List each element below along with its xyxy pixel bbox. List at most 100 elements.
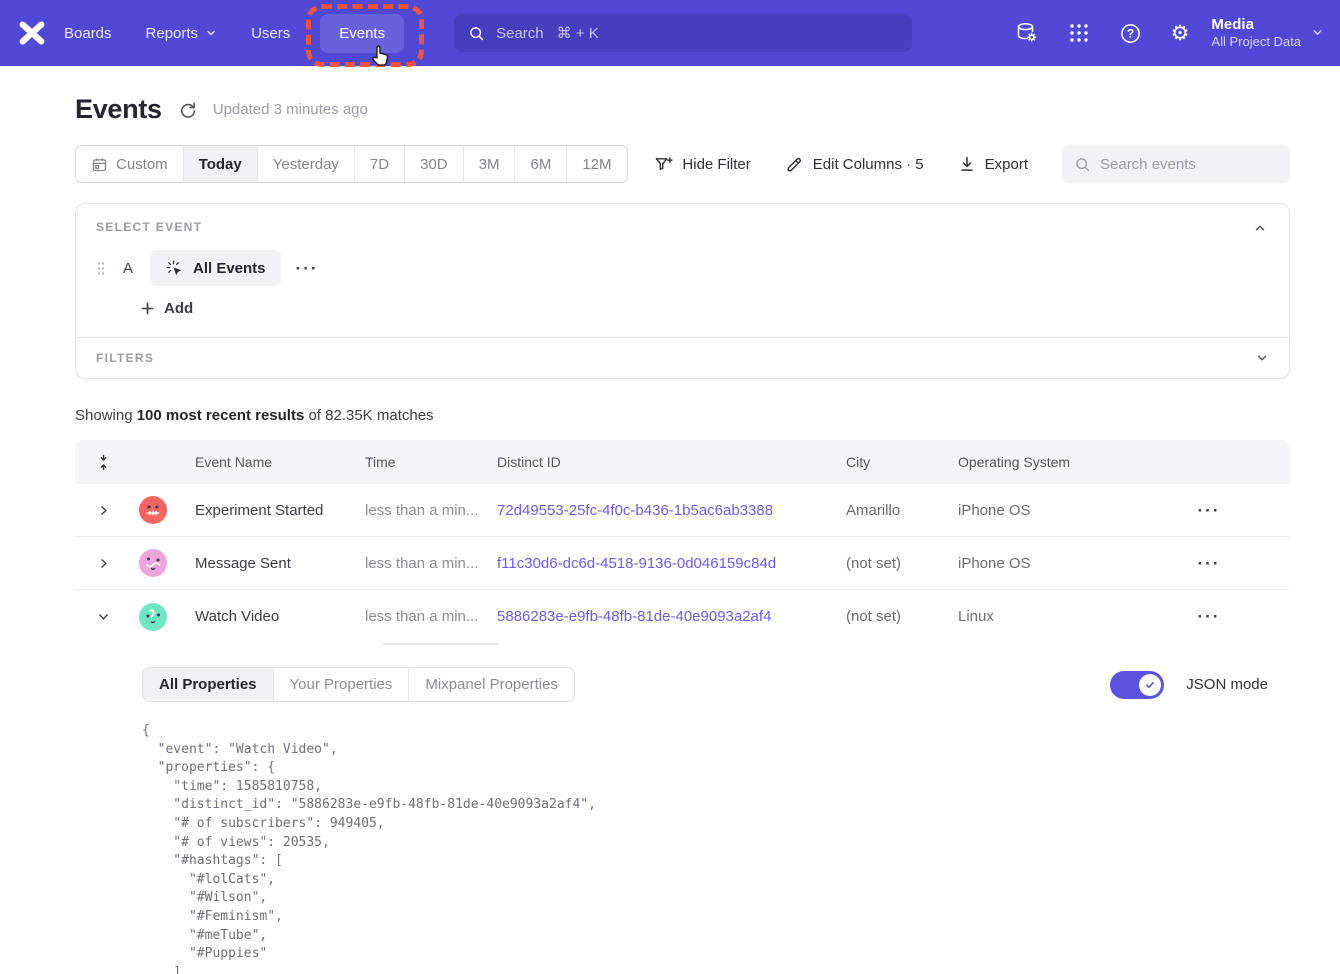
search-icon [468, 25, 485, 42]
event-json-viewer[interactable]: { "event": "Watch Video", "properties": … [142, 722, 1268, 974]
json-mode-label: JSON mode [1186, 676, 1268, 693]
date-3m-button[interactable]: 3M [464, 146, 516, 182]
toggle-knob [1139, 674, 1161, 696]
column-header-os[interactable]: Operating System [958, 454, 1128, 470]
data-management-icon[interactable] [1014, 21, 1039, 45]
event-query-row: A All Events ··· [96, 250, 1269, 286]
collapse-row-button[interactable] [75, 610, 131, 623]
date-30d-button[interactable]: 30D [405, 146, 464, 182]
event-more-button[interactable]: ··· [296, 260, 319, 277]
select-event-section: SELECT EVENT A [76, 204, 1289, 337]
edit-columns-label: Edit Columns · 5 [813, 156, 924, 173]
date-6m-label: 6M [530, 156, 551, 173]
column-header-distinct-id[interactable]: Distinct ID [497, 454, 846, 470]
apps-grid-icon[interactable] [1068, 22, 1090, 44]
nav-item-events-label: Events [339, 25, 385, 42]
row-detail-panel: All Properties Your Properties Mixpanel … [75, 643, 1290, 974]
refresh-icon[interactable] [178, 100, 197, 119]
date-7d-button[interactable]: 7D [355, 146, 405, 182]
row-more-button[interactable]: ··· [1198, 502, 1221, 519]
properties-tabs: All Properties Your Properties Mixpanel … [142, 667, 575, 702]
distinct-id-link[interactable]: 5886283e-e9fb-48fb-81de-40e9093a2af4 [497, 608, 771, 625]
export-button[interactable]: Export [958, 155, 1028, 173]
nav-item-boards[interactable]: Boards [64, 25, 112, 42]
date-yesterday-button[interactable]: Yesterday [258, 146, 355, 182]
date-custom-label: Custom [116, 156, 168, 173]
search-shortcut-hint: ⌘ + K [557, 24, 599, 42]
expand-row-button[interactable] [75, 504, 131, 517]
date-today-button[interactable]: Today [184, 146, 258, 182]
column-header-time[interactable]: Time [365, 454, 497, 470]
help-icon[interactable]: ? [1119, 22, 1142, 45]
column-header-event-name[interactable]: Event Name [175, 454, 365, 470]
summary-suffix: of 82.35K matches [304, 407, 433, 424]
tab-your-properties[interactable]: Your Properties [274, 668, 410, 701]
pencil-icon [785, 155, 804, 174]
project-scope: All Project Data [1211, 34, 1301, 51]
tab-all-properties[interactable]: All Properties [143, 668, 274, 701]
chevron-up-icon [1253, 221, 1267, 235]
hide-filter-button[interactable]: Hide Filter [654, 155, 750, 174]
download-icon [958, 155, 976, 173]
drag-handle-icon[interactable] [96, 261, 106, 276]
collapse-all-rows-button[interactable] [75, 454, 131, 471]
mixpanel-logo-icon [17, 18, 47, 48]
tab-mixpanel-properties[interactable]: Mixpanel Properties [409, 668, 574, 701]
nav-item-reports-label: Reports [146, 25, 199, 42]
avatar-face-icon [139, 603, 167, 631]
project-switcher[interactable]: Media All Project Data [1211, 15, 1324, 51]
json-mode-toggle[interactable] [1110, 671, 1164, 699]
date-yesterday-label: Yesterday [273, 156, 339, 173]
date-custom-button[interactable]: Custom [76, 146, 184, 182]
city-cell: (not set) [846, 608, 958, 625]
filters-title: FILTERS [96, 351, 154, 365]
tab-all-properties-label: All Properties [159, 676, 257, 693]
date-range-segmented-control: Custom Today Yesterday 7D 30D 3M 6M 12M [75, 145, 628, 183]
collapse-all-icon [96, 454, 111, 471]
filters-section[interactable]: FILTERS [76, 337, 1289, 378]
event-avatar [139, 496, 167, 524]
nav-item-reports[interactable]: Reports [146, 25, 218, 42]
time-cell: less than a min... [365, 555, 497, 572]
column-header-city[interactable]: City [846, 454, 958, 470]
time-column-divider [383, 643, 499, 645]
chevron-down-icon [205, 27, 217, 39]
collapse-section-button[interactable] [1253, 221, 1267, 235]
mixpanel-logo[interactable] [0, 18, 64, 48]
edit-columns-button[interactable]: Edit Columns · 5 [785, 155, 924, 174]
global-search-input[interactable]: Search ⌘ + K [454, 14, 912, 52]
row-more-button[interactable]: ··· [1198, 555, 1221, 572]
date-12m-button[interactable]: 12M [567, 146, 626, 182]
time-cell: less than a min... [365, 608, 497, 625]
chevron-down-icon[interactable] [1255, 351, 1269, 365]
settings-gear-icon[interactable]: ⚙ [1171, 23, 1190, 44]
table-toolbar: Hide Filter Edit Columns · 5 Export [654, 145, 1290, 183]
plus-icon [140, 301, 155, 316]
tab-mixpanel-properties-label: Mixpanel Properties [425, 676, 558, 693]
event-name-cell: Message Sent [175, 555, 365, 572]
row-more-button[interactable]: ··· [1198, 608, 1221, 625]
add-event-button[interactable]: Add [140, 300, 193, 317]
nav-item-events-wrap: Events [320, 14, 404, 53]
distinct-id-link[interactable]: 72d49553-25fc-4f0c-b436-1b5ac6ab3388 [497, 502, 773, 519]
calendar-icon [91, 156, 108, 173]
expand-row-button[interactable] [75, 557, 131, 570]
cursor-pointer-icon [368, 42, 394, 70]
main-content: Events Updated 3 minutes ago Custom Toda… [0, 94, 1340, 974]
date-6m-button[interactable]: 6M [515, 146, 567, 182]
event-selector-chip[interactable]: All Events [150, 250, 281, 286]
distinct-id-link[interactable]: f11c30d6-dc6d-4518-9136-0d046159c84d [497, 555, 776, 572]
summary-prefix: Showing [75, 407, 137, 424]
date-30d-label: 30D [420, 156, 448, 173]
summary-bold: 100 most recent results [137, 407, 305, 424]
nav-item-users[interactable]: Users [251, 25, 290, 42]
search-events-input[interactable]: Search events [1062, 145, 1290, 183]
os-cell: iPhone OS [958, 555, 1128, 572]
os-cell: Linux [958, 608, 1128, 625]
os-cell: iPhone OS [958, 502, 1128, 519]
date-7d-label: 7D [370, 156, 389, 173]
export-label: Export [985, 156, 1028, 173]
project-name: Media [1211, 15, 1301, 35]
event-name-cell: Experiment Started [175, 502, 365, 519]
event-avatar [139, 549, 167, 577]
